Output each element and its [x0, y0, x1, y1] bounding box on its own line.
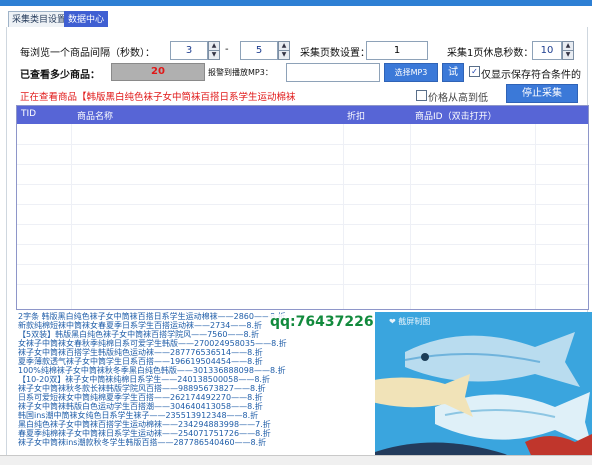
- table-gridline: [17, 264, 588, 265]
- choose-mp3-button[interactable]: 选择MP3: [384, 63, 438, 82]
- interval-max-input[interactable]: 5: [240, 41, 278, 60]
- viewed-label: 已查看多少商品：: [20, 70, 100, 81]
- rest-label: 采集1页休息秒数：: [447, 48, 534, 59]
- log-line: 日系可爱短袜女中筒纯棉夏季学生百搭——262174492270——8.折: [18, 393, 263, 402]
- interval-dash: -: [225, 44, 229, 55]
- screenshot-overlay: ❤ 截屏制图: [375, 312, 592, 464]
- log-line: 100%纯棉袜子女中筒袜秋冬季黑白纯色韩版——301336888098——8.折: [18, 366, 286, 375]
- down-icon[interactable]: ▼: [279, 50, 289, 59]
- mp3-path-input[interactable]: [286, 63, 380, 82]
- log-line: 袜子女中筒袜ins潮款秋冬学生韩版百搭——287786540460——8.折: [18, 438, 267, 447]
- up-icon[interactable]: ▲: [563, 42, 573, 50]
- table-gridline: [17, 204, 588, 205]
- log-line: 夏季薄款透气袜子女中筒学生日系百搭——196619504454——8.折: [18, 357, 263, 366]
- price-sort-checkbox[interactable]: [416, 90, 427, 101]
- only-match-checkbox[interactable]: ✓: [469, 66, 480, 77]
- interval-label: 每浏览一个商品间隔（秒数）：: [20, 48, 155, 59]
- down-icon[interactable]: ▼: [563, 50, 573, 59]
- table-gridline: [17, 164, 588, 165]
- log-line: 【5双装】韩版黑白纯色袜子女中筒袜百搭学院风——7560——8.折: [18, 330, 260, 339]
- log-line: 黑白纯色袜子女中筒袜百搭学生运动棉袜——234294883998——7.折: [18, 420, 271, 429]
- table-gridline: [17, 224, 588, 225]
- table-header: TID 商品名称 折扣 商品ID（双击打开）: [17, 106, 588, 124]
- table-gridline: [17, 184, 588, 185]
- table-gridline: [71, 124, 72, 309]
- column-discount[interactable]: 折扣: [347, 109, 365, 122]
- log-line: 【10-20双】袜子女中筒袜纯棉日系学生——240138500058——8.折: [18, 375, 270, 384]
- rest-input[interactable]: 10: [532, 41, 562, 60]
- up-icon[interactable]: ▲: [209, 42, 219, 50]
- column-tid[interactable]: TID: [21, 109, 36, 119]
- column-product-name[interactable]: 商品名称: [77, 109, 113, 122]
- log-line: 袜子女中筒袜百搭学生韩版纯色运动袜——287776536514——8.折: [18, 348, 263, 357]
- table-gridline: [17, 144, 588, 145]
- log-line: 女袜子中筒袜女春秋季纯棉日系可爱学生韩版——270024958035——8.折: [18, 339, 287, 348]
- test-mp3-button[interactable]: 试: [442, 63, 464, 82]
- fish-illustration: [375, 312, 592, 464]
- column-product-id[interactable]: 商品ID（双击打开）: [415, 109, 497, 122]
- interval-min-input[interactable]: 3: [170, 41, 208, 60]
- music-label: 报警到播放MP3：: [208, 68, 273, 77]
- window-title-bar: [0, 0, 592, 6]
- pages-input[interactable]: 1: [366, 41, 428, 60]
- log-line: 袜子女中筒袜秋冬款长袜韩版学院风百搭——98895673827——8.折: [18, 384, 266, 393]
- interval-min-stepper[interactable]: ▲ ▼: [208, 41, 220, 60]
- pages-label: 采集页数设置：: [300, 48, 370, 59]
- log-line: 袜子女中筒袜韩版白色运动学生百搭潮——304640413058——8.折: [18, 402, 263, 411]
- table-gridline: [343, 124, 344, 309]
- price-sort-label: 价格从高到低: [428, 93, 488, 104]
- table-gridline: [535, 124, 536, 309]
- table-gridline: [17, 244, 588, 245]
- status-text: 正在查看商品【韩版黑白纯色袜子女中筒袜百搭日系学生运动棉袜: [20, 92, 296, 103]
- table-gridline: [17, 284, 588, 285]
- down-icon[interactable]: ▼: [209, 50, 219, 59]
- qq-watermark: qq:76437226: [268, 314, 376, 330]
- table-gridline: [410, 124, 411, 309]
- results-table[interactable]: TID 商品名称 折扣 商品ID（双击打开）: [16, 105, 589, 310]
- stop-collect-button[interactable]: 停止采集: [506, 84, 578, 103]
- log-line: 春夏季纯棉袜子女中筒袜日系学生运动袜——254071751726——8.折: [18, 429, 271, 438]
- tab-category-settings[interactable]: 采集类目设置: [8, 11, 71, 28]
- overlay-caption: ❤ 截屏制图: [389, 317, 431, 326]
- viewed-count: 20: [111, 63, 205, 81]
- only-match-label: 仅显示保存符合条件的: [481, 70, 581, 81]
- collect-log[interactable]: 2字条 韩版黑白纯色袜子女中筒袜百搭日系学生运动棉袜——2860——8.折 新款…: [16, 312, 376, 454]
- interval-max-stepper[interactable]: ▲ ▼: [278, 41, 290, 60]
- tab-data-center[interactable]: 数据中心: [64, 11, 109, 28]
- up-icon[interactable]: ▲: [279, 42, 289, 50]
- rest-stepper[interactable]: ▲ ▼: [562, 41, 574, 60]
- log-line: 韩国ins潮中筒袜女纯色日系学生袜子——235513912348——8.折: [18, 411, 259, 420]
